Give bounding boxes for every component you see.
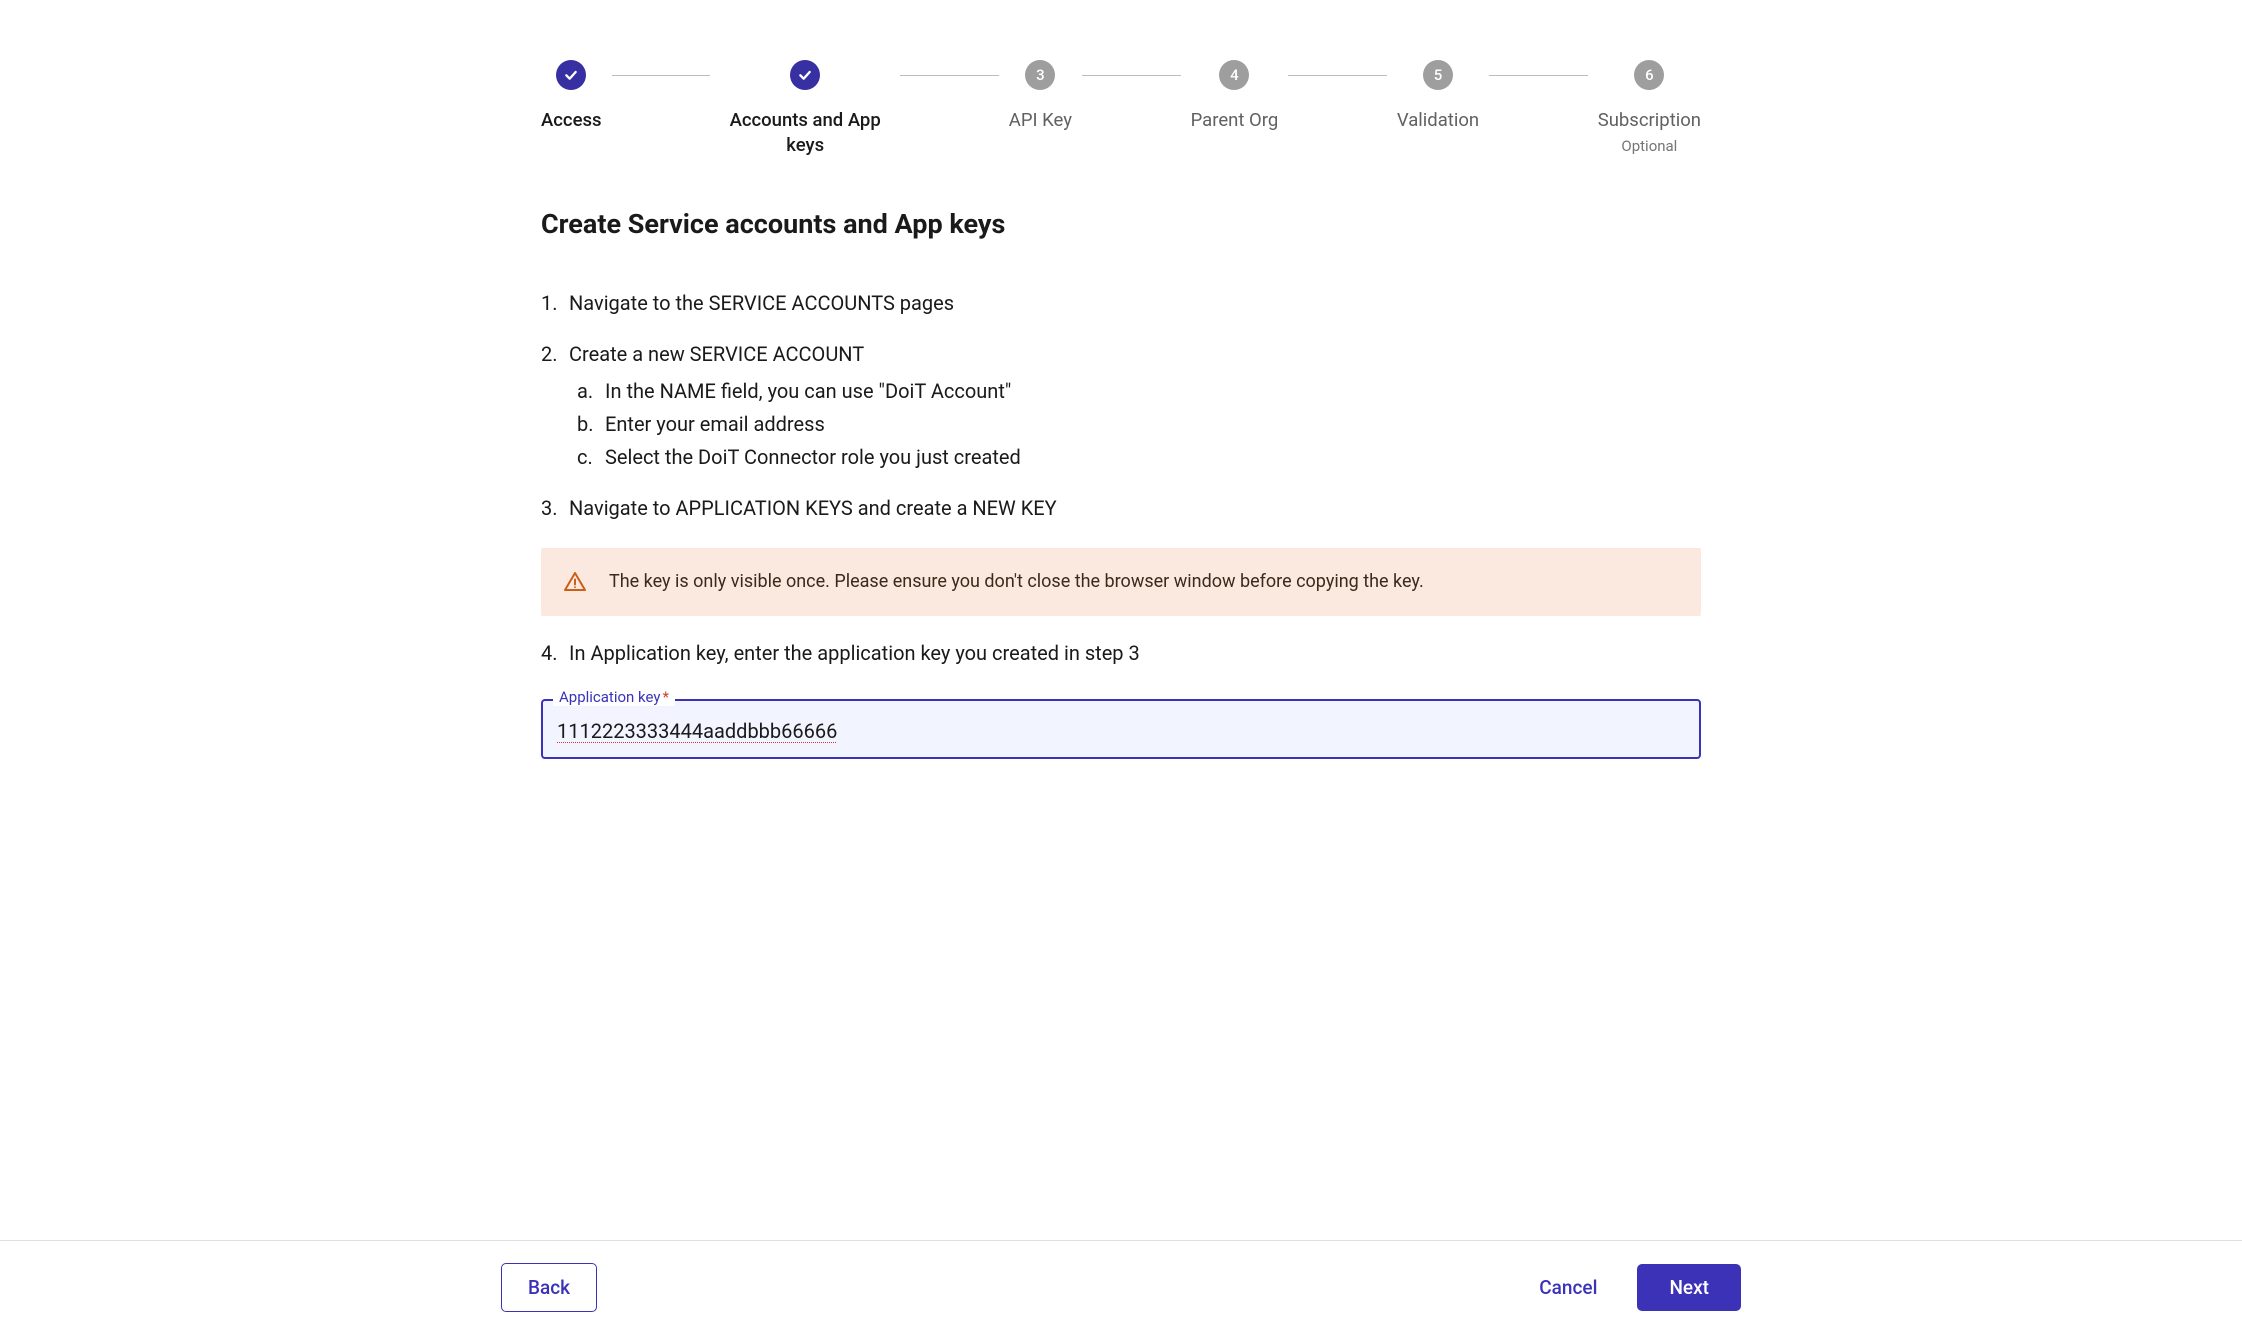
cancel-button[interactable]: Cancel <box>1531 1264 1605 1311</box>
step-label: Validation <box>1397 108 1479 133</box>
step-connector <box>1288 75 1387 76</box>
footer: Back Cancel Next <box>0 1240 2242 1334</box>
step-api-key: 3 API Key <box>1009 60 1072 133</box>
step-validation: 5 Validation <box>1397 60 1479 133</box>
application-key-input[interactable] <box>541 699 1701 759</box>
instruction-3: Navigate to APPLICATION KEYS and create … <box>541 493 1701 524</box>
instruction-2a: In the NAME field, you can use "DoiT Acc… <box>577 376 1701 407</box>
step-access[interactable]: Access <box>541 60 602 133</box>
page-title: Create Service accounts and App keys <box>541 208 1701 240</box>
instruction-4: In Application key, enter the applicatio… <box>541 638 1701 669</box>
step-label: API Key <box>1009 108 1072 133</box>
step-label: Parent Org <box>1191 108 1279 133</box>
instruction-2: Create a new SERVICE ACCOUNT In the NAME… <box>541 339 1701 473</box>
step-connector <box>612 75 711 76</box>
step-number: 4 <box>1219 60 1249 90</box>
instruction-1: Navigate to the SERVICE ACCOUNTS pages <box>541 288 1701 319</box>
step-sublabel: Optional <box>1621 137 1677 155</box>
step-connector <box>900 75 999 76</box>
step-subscription: 6 Subscription Optional <box>1598 60 1701 155</box>
step-accounts-app-keys[interactable]: Accounts and App keys <box>720 60 890 158</box>
step-connector <box>1082 75 1181 76</box>
step-parent-org: 4 Parent Org <box>1191 60 1279 133</box>
warning-text: The key is only visible once. Please ens… <box>609 568 1424 596</box>
step-label: Accounts and App keys <box>720 108 890 158</box>
application-key-field-wrap: Application key* <box>541 699 1701 759</box>
step-label: Access <box>541 108 602 133</box>
step-number: 5 <box>1423 60 1453 90</box>
instruction-2b: Enter your email address <box>577 409 1701 440</box>
instructions: Navigate to the SERVICE ACCOUNTS pages C… <box>541 288 1701 669</box>
check-icon <box>556 60 586 90</box>
application-key-label: Application key* <box>553 688 675 706</box>
check-icon <box>790 60 820 90</box>
stepper: Access Accounts and App keys 3 API Key 4… <box>541 60 1701 158</box>
instruction-2-text: Create a new SERVICE ACCOUNT <box>569 342 864 366</box>
warning-banner: The key is only visible once. Please ens… <box>541 548 1701 616</box>
warning-icon <box>563 570 587 594</box>
back-button[interactable]: Back <box>501 1263 597 1312</box>
next-button[interactable]: Next <box>1637 1264 1741 1311</box>
step-connector <box>1489 75 1588 76</box>
step-number: 3 <box>1025 60 1055 90</box>
instruction-2c: Select the DoiT Connector role you just … <box>577 442 1701 473</box>
step-label: Subscription <box>1598 108 1701 133</box>
step-number: 6 <box>1634 60 1664 90</box>
